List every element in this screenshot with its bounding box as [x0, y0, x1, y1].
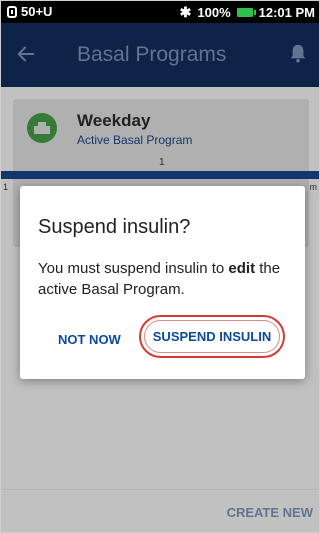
- carrier-label: 50+U: [21, 4, 53, 19]
- suspend-insulin-button[interactable]: SUSPEND INSULIN: [144, 320, 280, 353]
- status-bar: 50+U ✱ 100% 12:01 PM: [1, 1, 319, 23]
- suspend-insulin-dialog: Suspend insulin? You must suspend insuli…: [20, 186, 305, 379]
- dialog-message: You must suspend insulin to edit the act…: [38, 258, 290, 300]
- message-emphasis: edit: [228, 260, 256, 277]
- suspend-highlight-ring: SUSPEND INSULIN: [139, 315, 285, 358]
- lock-icon: [7, 5, 17, 18]
- message-prefix: You must suspend insulin to: [38, 260, 229, 277]
- not-now-button[interactable]: NOT NOW: [58, 332, 121, 347]
- battery-percent: 100%: [197, 5, 231, 20]
- status-left: 50+U: [7, 4, 52, 19]
- bluetooth-icon: ✱: [179, 4, 192, 20]
- battery-icon: [236, 8, 256, 17]
- status-right: ✱ 100% 12:01 PM: [180, 4, 315, 21]
- device-screen: 50+U ✱ 100% 12:01 PM Basal Programs Week…: [0, 0, 320, 533]
- dialog-title: Suspend insulin?: [38, 216, 191, 238]
- clock: 12:01 PM: [258, 5, 315, 20]
